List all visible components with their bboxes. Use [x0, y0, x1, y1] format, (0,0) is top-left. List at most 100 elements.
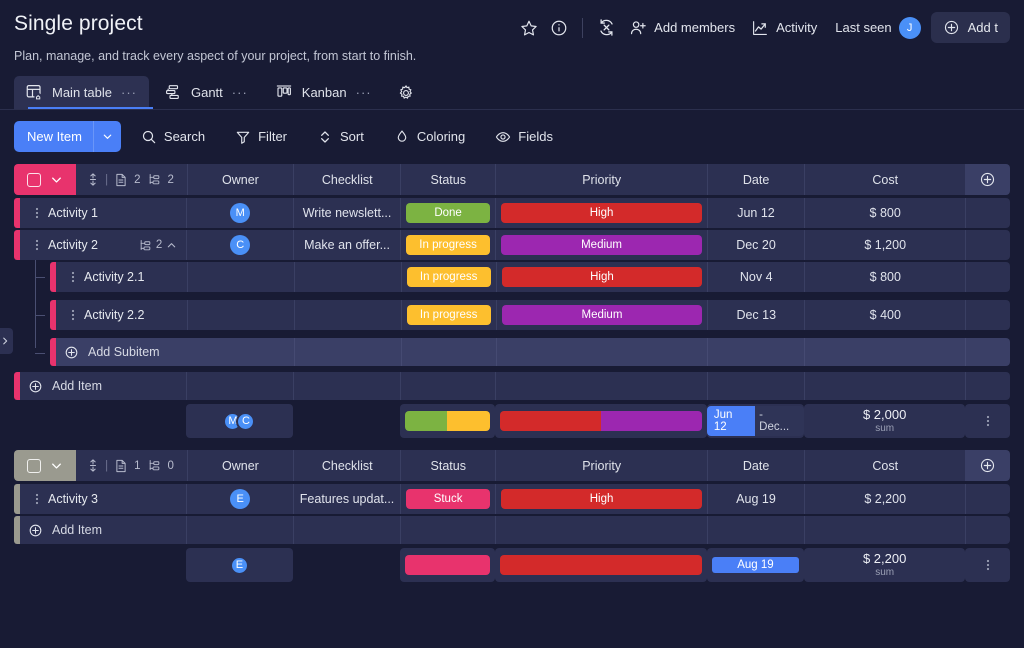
priority-cell[interactable]: Medium — [495, 230, 707, 260]
checkbox-icon[interactable] — [27, 173, 41, 187]
owner-cell[interactable]: C — [186, 230, 293, 260]
tab-gantt-menu-icon[interactable]: ··· — [232, 85, 248, 100]
summary-menu[interactable] — [965, 404, 1010, 438]
coloring-button[interactable]: Coloring — [384, 123, 475, 151]
owner-cell[interactable]: E — [186, 484, 293, 514]
chevron-up-icon[interactable] — [166, 240, 177, 251]
priority-cell[interactable]: High — [495, 484, 707, 514]
cost-cell[interactable]: $ 800 — [804, 198, 965, 228]
status-cell[interactable]: In progress — [401, 262, 496, 292]
priority-cell[interactable]: Medium — [496, 300, 708, 330]
row-name-cell[interactable]: Activity 2.2 — [56, 300, 187, 330]
date-cell[interactable]: Dec 13 — [707, 300, 804, 330]
add-to-board-button[interactable]: Add t — [931, 12, 1010, 43]
column-header-priority[interactable]: Priority — [495, 164, 707, 195]
status-cell[interactable]: Stuck — [400, 484, 495, 514]
tab-settings[interactable] — [388, 77, 424, 109]
owner-cell[interactable] — [187, 300, 294, 330]
row-height-icon[interactable] — [88, 459, 98, 472]
add-item-button[interactable]: Add Item — [20, 372, 186, 400]
cost-cell[interactable]: $ 800 — [804, 262, 965, 292]
table-row[interactable]: Activity 3 E Features updat... Stuck Hig… — [14, 484, 1010, 514]
subitem-toggle[interactable]: 2 — [139, 239, 186, 252]
date-range-chip[interactable]: Jun 12 - Dec... — [707, 406, 804, 436]
checklist-cell[interactable] — [294, 262, 401, 292]
avatar[interactable]: C — [230, 235, 250, 255]
avatar[interactable]: C — [236, 412, 255, 431]
activity-button[interactable]: Activity — [743, 14, 825, 42]
cost-cell[interactable]: $ 2,200 — [804, 484, 965, 514]
date-cell[interactable]: Aug 19 — [707, 484, 804, 514]
summary-cost[interactable]: $ 2,000 sum — [804, 404, 965, 438]
column-header-date[interactable]: Date — [707, 450, 804, 481]
row-menu-icon[interactable] — [26, 207, 48, 219]
row-menu-icon[interactable] — [26, 493, 48, 505]
avatar[interactable]: J — [899, 17, 921, 39]
cost-cell[interactable]: $ 400 — [804, 300, 965, 330]
column-header-owner[interactable]: Owner — [187, 164, 294, 195]
add-column-button[interactable] — [965, 450, 1010, 481]
add-members-button[interactable]: Add members — [621, 14, 743, 42]
status-cell[interactable]: In progress — [401, 300, 496, 330]
add-item-row[interactable]: Add Item — [14, 516, 1010, 544]
status-cell[interactable]: In progress — [400, 230, 495, 260]
table-row[interactable]: Activity 1 M Write newslett... Done High… — [14, 198, 1010, 228]
priority-cell[interactable]: High — [495, 198, 707, 228]
priority-badge[interactable]: High — [501, 203, 702, 223]
summary-cost[interactable]: $ 2,200 sum — [804, 548, 965, 582]
column-header-priority[interactable]: Priority — [495, 450, 707, 481]
checklist-cell[interactable]: Write newslett... — [293, 198, 400, 228]
add-item-row[interactable]: Add Item — [14, 372, 1010, 400]
status-badge[interactable]: In progress — [406, 235, 490, 255]
checkbox-icon[interactable] — [27, 459, 41, 473]
add-column-button[interactable] — [965, 164, 1010, 195]
column-header-owner[interactable]: Owner — [187, 450, 294, 481]
chevron-down-icon[interactable] — [94, 131, 121, 142]
column-header-cost[interactable]: Cost — [804, 450, 965, 481]
group-1-select-all[interactable] — [14, 164, 76, 195]
priority-badge[interactable]: High — [502, 267, 703, 287]
cost-cell[interactable]: $ 1,200 — [804, 230, 965, 260]
add-subitem-row[interactable]: Add Subitem — [50, 338, 1010, 366]
status-badge[interactable]: Done — [406, 203, 490, 223]
status-cell[interactable]: Done — [400, 198, 495, 228]
status-badge[interactable]: Stuck — [406, 489, 490, 509]
date-cell[interactable]: Nov 4 — [707, 262, 804, 292]
row-menu-icon[interactable] — [62, 271, 84, 283]
date-chip[interactable]: Aug 19 — [712, 557, 799, 573]
owner-cell[interactable] — [187, 262, 294, 292]
column-header-date[interactable]: Date — [707, 164, 804, 195]
sort-button[interactable]: Sort — [307, 123, 374, 151]
summary-priority[interactable] — [495, 404, 707, 438]
summary-menu[interactable] — [965, 548, 1010, 582]
group-2-select-all[interactable] — [14, 450, 76, 481]
fields-button[interactable]: Fields — [485, 123, 563, 151]
filter-button[interactable]: Filter — [225, 123, 297, 151]
summary-date[interactable]: Jun 12 - Dec... — [707, 404, 804, 438]
new-item-button[interactable]: New Item — [14, 121, 121, 152]
table-row[interactable]: Activity 2 2 C — [14, 230, 1010, 260]
search-button[interactable]: Search — [131, 123, 215, 151]
summary-priority[interactable] — [495, 548, 707, 582]
priority-badge[interactable]: High — [501, 489, 702, 509]
column-header-cost[interactable]: Cost — [804, 164, 965, 195]
summary-date[interactable]: Aug 19 — [707, 548, 804, 582]
avatar[interactable]: E — [230, 489, 250, 509]
summary-owners[interactable]: M C — [186, 404, 293, 438]
chevron-down-icon[interactable] — [50, 459, 63, 472]
row-height-icon[interactable] — [88, 173, 98, 186]
row-name-cell[interactable]: Activity 2 2 — [20, 230, 186, 260]
tab-main-table[interactable]: Main table ··· — [14, 76, 149, 109]
checklist-cell[interactable] — [294, 300, 401, 330]
subitem-row[interactable]: Activity 2.2 In progress Medium Dec 13 $… — [50, 300, 1010, 330]
subitem-row[interactable]: Activity 2.1 In progress High Nov 4 $ 80… — [50, 262, 1010, 292]
automations-refresh-icon[interactable] — [591, 13, 621, 43]
status-badge[interactable]: In progress — [407, 305, 491, 325]
row-name-cell[interactable]: Activity 2.1 — [56, 262, 187, 292]
row-name-cell[interactable]: Activity 1 — [20, 198, 186, 228]
favorite-star-icon[interactable] — [514, 13, 544, 43]
tab-kanban[interactable]: Kanban ··· — [264, 76, 384, 109]
checklist-cell[interactable]: Make an offer... — [293, 230, 400, 260]
tab-main-table-menu-icon[interactable]: ··· — [121, 85, 137, 100]
column-header-checklist[interactable]: Checklist — [293, 450, 400, 481]
